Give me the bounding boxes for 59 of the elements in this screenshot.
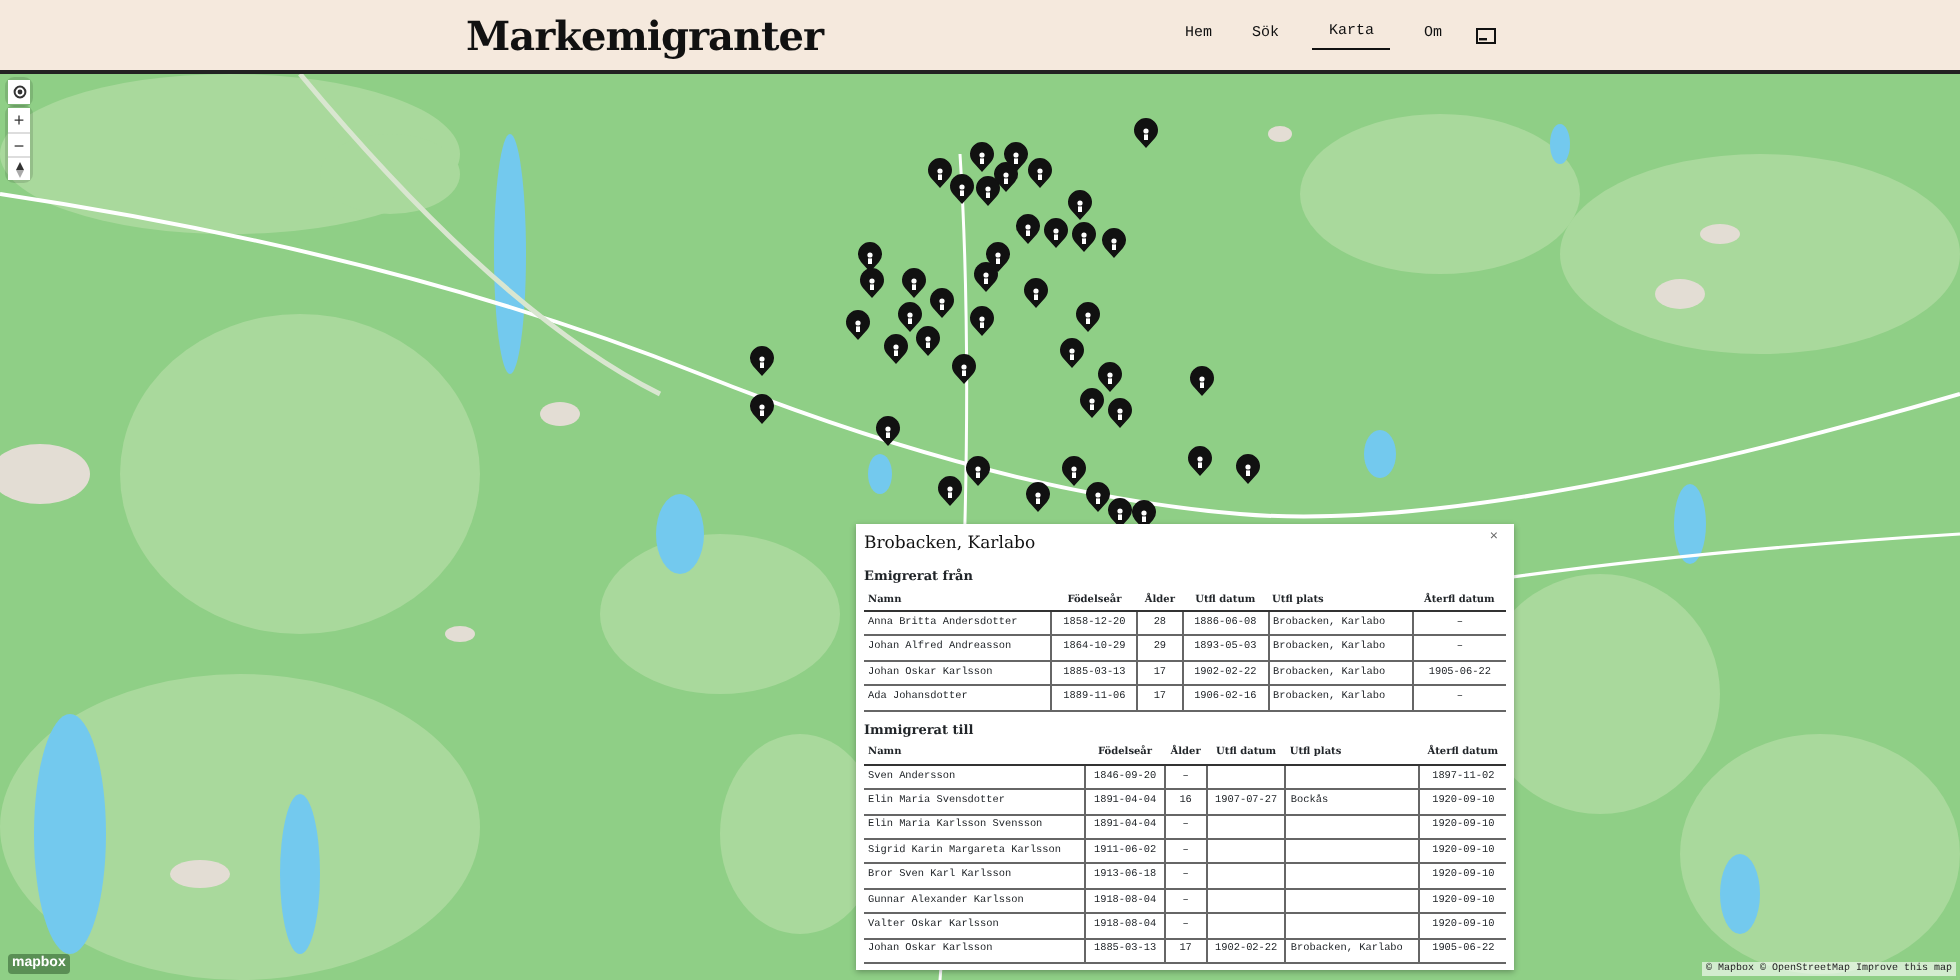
map-pin-icon[interactable]: [1086, 482, 1110, 512]
map-pin-icon[interactable]: [1076, 302, 1100, 332]
lake: [1720, 854, 1760, 934]
map-pin-icon[interactable]: [750, 394, 774, 424]
map-pin-icon[interactable]: [1108, 498, 1132, 528]
map-pin-icon[interactable]: [1190, 366, 1214, 396]
settlement-area: [540, 402, 580, 426]
map-pin-icon[interactable]: [938, 476, 962, 506]
settlement-area: [170, 860, 230, 888]
site-title[interactable]: Markemigranter: [466, 5, 823, 65]
map-pin-icon[interactable]: [1024, 278, 1048, 308]
map-pin-icon[interactable]: [966, 456, 990, 486]
map-pin-icon[interactable]: [952, 354, 976, 384]
map-pin-icon[interactable]: [858, 242, 882, 272]
lake: [1674, 484, 1706, 564]
lake: [1550, 124, 1570, 164]
map-pin-icon[interactable]: [1060, 338, 1084, 368]
lake: [868, 454, 892, 494]
map-pin-icon[interactable]: [884, 334, 908, 364]
map-pin-icon[interactable]: [1044, 218, 1068, 248]
popup-title: Brobacken, Karlabo: [864, 532, 1036, 558]
settlement-area: [0, 444, 90, 504]
map-pin-icon[interactable]: [1236, 454, 1260, 484]
map-pin-icon[interactable]: [994, 162, 1018, 192]
map-pin-icon[interactable]: [1028, 158, 1052, 188]
locate-icon[interactable]: [8, 80, 30, 104]
map-pin-icon[interactable]: [1134, 118, 1158, 148]
map-pin-icon[interactable]: [846, 310, 870, 340]
map-pin-icon[interactable]: [1102, 228, 1126, 258]
map-pin-icon[interactable]: [1108, 398, 1132, 428]
map-pin-icon[interactable]: [898, 302, 922, 332]
map-pin-icon[interactable]: [1188, 446, 1212, 476]
lake: [656, 494, 704, 574]
map-pin-icon[interactable]: [916, 326, 940, 356]
window-icon[interactable]: [1476, 27, 1496, 43]
map-pin-icon[interactable]: [930, 288, 954, 318]
map-pin-icon[interactable]: [902, 268, 926, 298]
map-pin-icon[interactable]: [750, 346, 774, 376]
map-pin-icon[interactable]: [860, 268, 884, 298]
map-pin-icon[interactable]: [1098, 362, 1122, 392]
map-pin-icon[interactable]: [976, 176, 1000, 206]
map-pin-icon[interactable]: [1016, 214, 1040, 244]
map-pin-icon[interactable]: [974, 262, 998, 292]
map-pin-icon[interactable]: [1026, 482, 1050, 512]
lake: [1364, 430, 1396, 478]
settlement-area: [1655, 279, 1705, 309]
map-pin-icon[interactable]: [1072, 222, 1096, 252]
map-pin-icon[interactable]: [1062, 456, 1086, 486]
map-pin-icon[interactable]: [1068, 190, 1092, 220]
settlement-area: [1700, 224, 1740, 244]
map-pin-icon[interactable]: [928, 158, 952, 188]
settlement-area: [445, 626, 475, 642]
map-pin-icon[interactable]: [950, 174, 974, 204]
map-pin-icon[interactable]: [1080, 388, 1104, 418]
map-pin-icon[interactable]: [876, 416, 900, 446]
map-pin-icon[interactable]: [970, 306, 994, 336]
compass-icon[interactable]: [8, 156, 30, 180]
settlement-area: [1268, 126, 1292, 142]
map-pin-icon[interactable]: [970, 142, 994, 172]
